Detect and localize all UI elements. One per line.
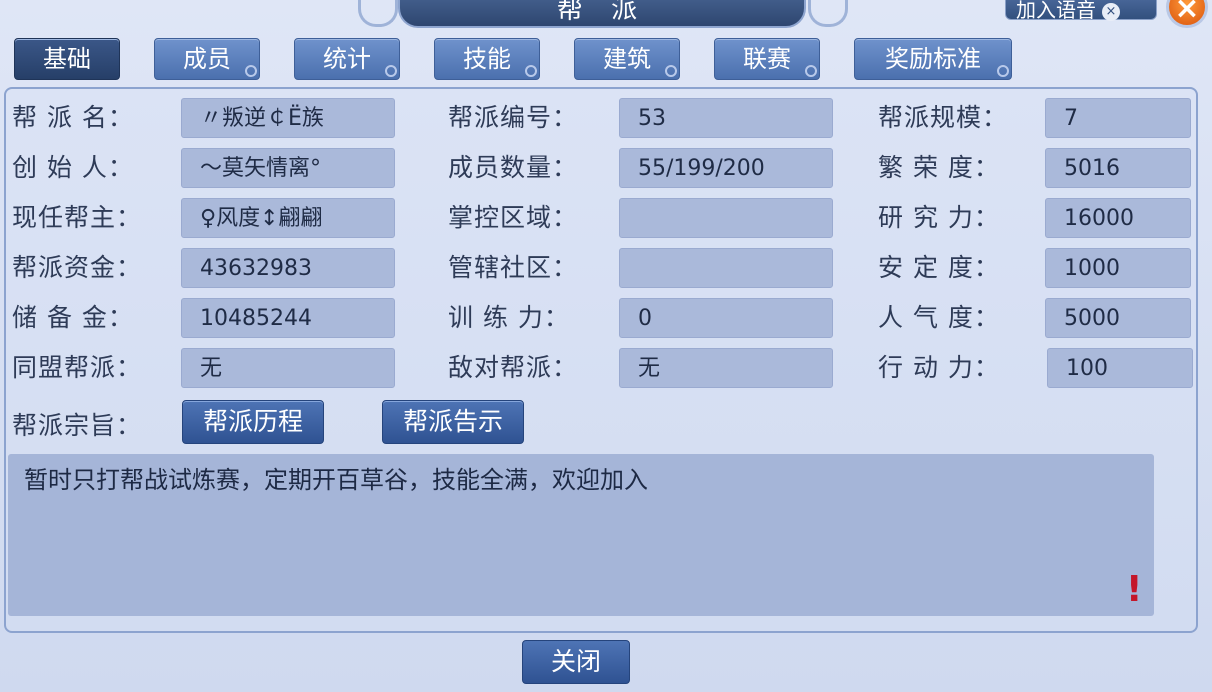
field-label-leader: 现任帮主： <box>12 203 143 232</box>
field-value-action: 100 <box>1047 348 1193 388</box>
field-label-prosperity: 繁 荣 度： <box>878 153 1000 182</box>
tab-buildings[interactable]: 建筑 <box>574 38 680 80</box>
tab-skills-label: 技能 <box>463 45 511 73</box>
field-label-popularity: 人 气 度： <box>878 303 1000 332</box>
field-label-region: 掌控区域： <box>448 203 579 232</box>
field-value-id: 53 <box>619 98 833 138</box>
field-label-allies: 同盟帮派： <box>12 353 143 382</box>
field-value-funds: 43632983 <box>181 248 395 288</box>
tab-ornament-icon <box>805 65 817 77</box>
tab-ornament-icon <box>245 65 257 77</box>
field-value-members: 55/199/200 <box>619 148 833 188</box>
tab-rewards-label: 奖励标准 <box>885 45 981 73</box>
join-voice-label: 加入语音 <box>1016 0 1096 22</box>
field-label-scale: 帮派规模： <box>878 103 1009 132</box>
tab-ornament-icon <box>997 65 1009 77</box>
tab-members[interactable]: 成员 <box>154 38 260 80</box>
tab-rewards[interactable]: 奖励标准 <box>854 38 1012 80</box>
field-label-founder: 创 始 人： <box>12 153 134 182</box>
field-label-enemies: 敌对帮派： <box>448 353 579 382</box>
field-label-funds: 帮派资金： <box>12 253 143 282</box>
voice-close-icon[interactable]: × <box>1102 3 1120 21</box>
field-value-training: 0 <box>619 298 833 338</box>
tab-members-label: 成员 <box>183 45 231 73</box>
title-ornament-left <box>358 0 398 27</box>
tab-stats-label: 统计 <box>323 45 371 73</box>
join-voice-button[interactable]: 加入语音 × <box>1005 0 1157 22</box>
window-close-icon[interactable]: × <box>1166 0 1208 28</box>
tab-stats[interactable]: 统计 <box>294 38 400 80</box>
field-label-stability: 安 定 度： <box>878 253 1000 282</box>
guild-notice-button[interactable]: 帮派告示 <box>382 400 524 444</box>
field-value-allies: 无 <box>181 348 395 388</box>
field-value-research: 16000 <box>1045 198 1191 238</box>
tab-basic[interactable]: 基础 <box>14 38 120 80</box>
field-label-training: 训 练 力： <box>448 303 570 332</box>
field-value-name: 〃叛逆￠Ё族 <box>181 98 395 138</box>
field-label-name: 帮 派 名： <box>12 103 134 132</box>
motto-text: 暂时只打帮战试炼赛，定期开百草谷，技能全满，欢迎加入 <box>24 466 648 494</box>
motto-label: 帮派宗旨： <box>12 411 143 440</box>
field-label-research: 研 究 力： <box>878 203 1000 232</box>
title-ornament-right <box>808 0 848 27</box>
motto-textarea[interactable]: 暂时只打帮战试炼赛，定期开百草谷，技能全满，欢迎加入 <box>8 454 1154 616</box>
field-value-popularity: 5000 <box>1045 298 1191 338</box>
tab-league[interactable]: 联赛 <box>714 38 820 80</box>
guild-history-button[interactable]: 帮派历程 <box>182 400 324 444</box>
field-label-id: 帮派编号： <box>448 103 579 132</box>
field-label-reserve: 储 备 金： <box>12 303 134 332</box>
tab-buildings-label: 建筑 <box>603 45 651 73</box>
field-value-region <box>619 198 833 238</box>
field-value-prosperity: 5016 <box>1045 148 1191 188</box>
field-value-founder: ～莫矢情离° <box>181 148 395 188</box>
field-value-enemies: 无 <box>619 348 833 388</box>
field-value-reserve: 10485244 <box>181 298 395 338</box>
tab-ornament-icon <box>665 65 677 77</box>
close-button[interactable]: 关闭 <box>522 640 630 684</box>
field-value-stability: 1000 <box>1045 248 1191 288</box>
tab-skills[interactable]: 技能 <box>434 38 540 80</box>
field-label-members: 成员数量： <box>448 153 579 182</box>
field-label-action: 行 动 力： <box>878 353 1000 382</box>
window-title: 帮 派 <box>398 0 806 28</box>
tab-league-label: 联赛 <box>743 45 791 73</box>
field-label-community: 管辖社区： <box>448 253 579 282</box>
field-value-leader: ♀风度↕翩翩 <box>181 198 395 238</box>
field-value-scale: 7 <box>1045 98 1191 138</box>
field-value-community <box>619 248 833 288</box>
guild-window: 帮 派 加入语音 × × 基础 成员 统计 技能 建筑 联赛 奖励标准 帮 派 名… <box>0 0 1212 692</box>
report-icon[interactable]: ! <box>1126 570 1142 610</box>
tab-ornament-icon <box>385 65 397 77</box>
tab-ornament-icon <box>525 65 537 77</box>
